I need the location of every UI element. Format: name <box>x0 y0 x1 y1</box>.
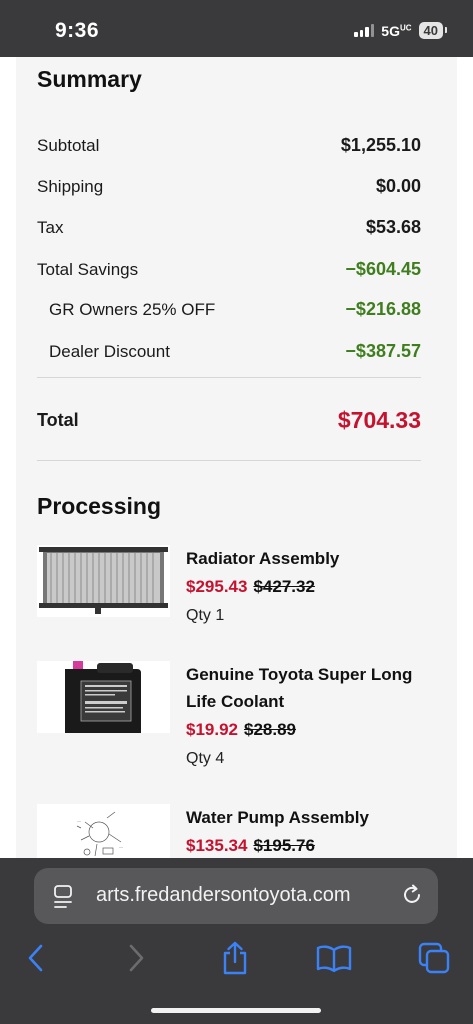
signal-icon <box>354 24 375 37</box>
battery-icon: 40 <box>418 22 448 39</box>
forward-icon[interactable] <box>116 938 156 978</box>
summary-row-dealer-discount: Dealer Discount −$387.57 <box>37 341 421 362</box>
status-bar: 9:36 5GUC 40 <box>0 0 473 57</box>
bookmarks-icon[interactable] <box>314 938 354 978</box>
summary-label: GR Owners 25% OFF <box>49 299 216 319</box>
summary-row-total: Total $704.33 <box>37 407 421 434</box>
share-icon[interactable] <box>215 938 255 978</box>
summary-row-tax: Tax $53.68 <box>37 217 421 238</box>
item-info: Genuine Toyota Super Long Life Coolant $… <box>186 661 421 773</box>
total-value: $704.33 <box>337 407 421 433</box>
url-text[interactable]: arts.fredandersontoyota.com <box>96 884 396 907</box>
item-name[interactable]: Radiator Assembly <box>186 545 421 572</box>
network-type: 5GUC <box>381 22 412 39</box>
water-pump-diagram-image[interactable]: — — <box>37 804 170 858</box>
tabs-icon[interactable] <box>414 938 454 978</box>
item-prices: $135.34 $195.76 <box>186 831 421 858</box>
summary-value: −$216.88 <box>345 299 421 319</box>
summary-label: Dealer Discount <box>49 341 170 361</box>
reload-icon[interactable] <box>400 883 424 912</box>
summary-title: Summary <box>37 66 142 92</box>
summary-label: Subtotal <box>37 135 100 155</box>
item-prices: $295.43 $427.32 <box>186 572 421 602</box>
original-price: $28.89 <box>244 720 296 739</box>
processing-title: Processing <box>37 493 161 519</box>
item-qty: Qty 4 <box>186 750 225 767</box>
radiator-image[interactable] <box>37 545 170 617</box>
item-qty: Qty 1 <box>186 607 225 624</box>
original-price: $427.32 <box>253 577 315 596</box>
summary-row-total-savings: Total Savings −$604.45 <box>37 259 421 280</box>
address-bar[interactable]: arts.fredandersontoyota.com <box>34 868 438 924</box>
sale-price: $295.43 <box>186 577 248 596</box>
web-page[interactable]: Summary Subtotal $1,255.10 Shipping $0.0… <box>0 57 473 858</box>
browser-toolbar: arts.fredandersontoyota.com <box>0 858 473 1024</box>
summary-row-shipping: Shipping $0.00 <box>37 176 421 197</box>
summary-row-gr-owners: GR Owners 25% OFF −$216.88 <box>37 299 421 320</box>
item-name[interactable]: Water Pump Assembly <box>186 804 421 831</box>
summary-value: $1,255.10 <box>340 135 421 155</box>
total-label: Total <box>37 410 79 430</box>
item-name[interactable]: Genuine Toyota Super Long Life Coolant <box>186 661 421 715</box>
summary-label: Tax <box>37 217 64 237</box>
sale-price: $135.34 <box>186 836 248 855</box>
summary-value: $0.00 <box>375 176 421 196</box>
item-info: Water Pump Assembly $135.34 $195.76 <box>186 804 421 858</box>
divider <box>37 460 421 461</box>
summary-label: Total Savings <box>37 259 139 279</box>
item-prices: $19.92 $28.89 <box>186 715 421 745</box>
item-info: Radiator Assembly $295.43 $427.32 Qty 1 <box>186 545 421 630</box>
summary-value: −$604.45 <box>345 259 421 279</box>
svg-text:—: — <box>119 844 123 849</box>
sale-price: $19.92 <box>186 720 238 739</box>
summary-row-subtotal: Subtotal $1,255.10 <box>37 135 421 156</box>
status-time: 9:36 <box>55 19 100 42</box>
original-price: $195.76 <box>253 836 315 855</box>
svg-text:—: — <box>77 818 81 823</box>
home-indicator[interactable] <box>151 1008 321 1013</box>
summary-value: −$387.57 <box>345 341 421 361</box>
summary-label: Shipping <box>37 176 104 196</box>
page-menu-icon[interactable] <box>54 885 76 914</box>
coolant-jug-image[interactable] <box>37 661 170 733</box>
back-icon[interactable] <box>16 938 56 978</box>
summary-value: $53.68 <box>365 217 421 237</box>
status-indicators: 5GUC 40 <box>354 22 448 39</box>
divider <box>37 377 421 378</box>
